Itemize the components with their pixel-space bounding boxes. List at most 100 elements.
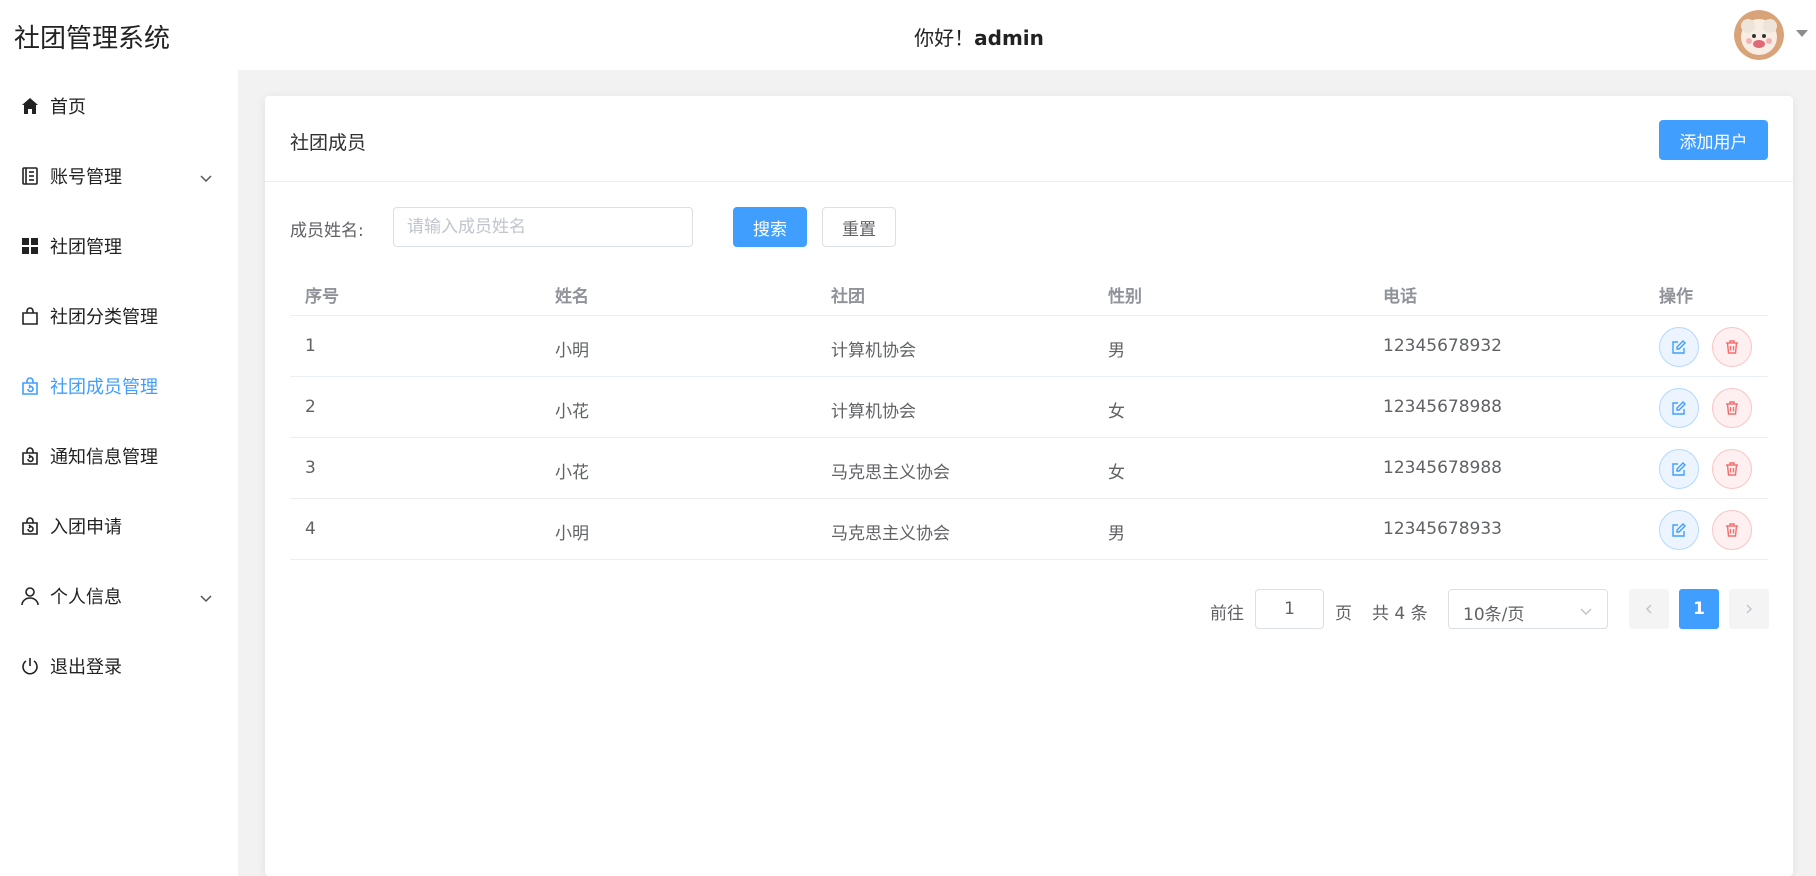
column-header-actions: 操作 bbox=[1659, 287, 1693, 307]
search-button[interactable]: 搜索 bbox=[733, 207, 807, 247]
edit-button[interactable] bbox=[1659, 388, 1699, 428]
cell-name: 小花 bbox=[555, 463, 589, 483]
sidebar-item-home[interactable]: 首页 bbox=[0, 81, 238, 131]
sidebar-item-profile[interactable]: 个人信息 bbox=[0, 571, 238, 621]
cell-phone: 12345678932 bbox=[1383, 336, 1502, 356]
members-card: 社团成员 添加用户 成员姓名: 搜索 重置 序号 姓名 社团 性别 电话 操作 … bbox=[265, 96, 1793, 876]
delete-button[interactable] bbox=[1712, 449, 1752, 489]
delete-button[interactable] bbox=[1712, 388, 1752, 428]
edit-icon bbox=[1672, 523, 1686, 537]
trash-icon bbox=[1726, 462, 1738, 476]
sidebar-item-label: 社团分类管理 bbox=[50, 307, 158, 328]
user-icon bbox=[19, 585, 41, 607]
sidebar-item-label: 通知信息管理 bbox=[50, 447, 158, 468]
cell-phone: 12345678933 bbox=[1383, 519, 1502, 539]
pagination-goto-input[interactable] bbox=[1255, 589, 1324, 629]
sidebar-item-label: 个人信息 bbox=[50, 587, 122, 608]
delete-button[interactable] bbox=[1712, 327, 1752, 367]
card-title: 社团成员 bbox=[290, 132, 367, 154]
chevron-down-icon bbox=[199, 169, 213, 183]
edit-button[interactable] bbox=[1659, 510, 1699, 550]
avatar[interactable] bbox=[1734, 10, 1784, 60]
column-header-gender: 性别 bbox=[1108, 287, 1142, 307]
chevron-right-icon bbox=[1746, 604, 1752, 614]
cell-gender: 女 bbox=[1108, 463, 1125, 483]
sidebar-item-label: 首页 bbox=[50, 97, 86, 118]
column-header-name: 姓名 bbox=[555, 287, 589, 307]
pagination-total: 共 4 条 bbox=[1372, 604, 1428, 624]
cell-name: 小花 bbox=[555, 402, 589, 422]
home-icon bbox=[19, 95, 41, 117]
cell-phone: 12345678988 bbox=[1383, 458, 1502, 478]
members-table: 序号 姓名 社团 性别 电话 操作 1 小明 计算机协会 男 123456789… bbox=[290, 269, 1768, 560]
bag-refresh-icon bbox=[19, 515, 41, 537]
chevron-down-icon bbox=[199, 589, 213, 603]
avatar-dropdown-caret-icon[interactable] bbox=[1796, 30, 1808, 37]
pagination-goto-label: 前往 bbox=[1210, 604, 1244, 624]
sidebar-item-label: 退出登录 bbox=[50, 657, 122, 678]
page-number-current[interactable]: 1 bbox=[1679, 589, 1719, 629]
edit-icon bbox=[1672, 340, 1686, 354]
page-size-value: 10条/页 bbox=[1463, 605, 1525, 625]
sidebar-item-club-members[interactable]: 社团成员管理 bbox=[0, 361, 238, 411]
page-size-select[interactable]: 10条/页 bbox=[1448, 589, 1608, 629]
table-row: 1 小明 计算机协会 男 12345678932 bbox=[290, 316, 1768, 377]
shopping-bag-icon bbox=[19, 305, 41, 327]
edit-button[interactable] bbox=[1659, 449, 1699, 489]
document-icon bbox=[19, 165, 41, 187]
member-name-search-input[interactable] bbox=[393, 207, 693, 247]
reset-button[interactable]: 重置 bbox=[822, 207, 896, 247]
table-header: 序号 姓名 社团 性别 电话 操作 bbox=[290, 269, 1768, 316]
cell-club: 计算机协会 bbox=[831, 402, 916, 422]
cell-club: 马克思主义协会 bbox=[831, 463, 950, 483]
cell-gender: 男 bbox=[1108, 341, 1125, 361]
cell-index: 2 bbox=[305, 397, 316, 417]
cell-club: 计算机协会 bbox=[831, 341, 916, 361]
trash-icon bbox=[1726, 401, 1738, 415]
greeting-prefix: 你好！ bbox=[914, 26, 975, 50]
cell-gender: 女 bbox=[1108, 402, 1125, 422]
cell-club: 马克思主义协会 bbox=[831, 524, 950, 544]
table-row: 3 小花 马克思主义协会 女 12345678988 bbox=[290, 438, 1768, 499]
cell-name: 小明 bbox=[555, 341, 589, 361]
search-label: 成员姓名: bbox=[290, 221, 364, 241]
trash-icon bbox=[1726, 340, 1738, 354]
app-title: 社团管理系统 bbox=[14, 24, 171, 54]
edit-icon bbox=[1672, 462, 1686, 476]
cell-gender: 男 bbox=[1108, 524, 1125, 544]
column-header-phone: 电话 bbox=[1383, 287, 1417, 307]
sidebar-item-notifications[interactable]: 通知信息管理 bbox=[0, 431, 238, 481]
pagination-page-suffix: 页 bbox=[1335, 604, 1352, 624]
chevron-left-icon bbox=[1646, 604, 1652, 614]
add-user-button[interactable]: 添加用户 bbox=[1659, 120, 1768, 160]
delete-button[interactable] bbox=[1712, 510, 1752, 550]
edit-button[interactable] bbox=[1659, 327, 1699, 367]
cell-index: 4 bbox=[305, 519, 316, 539]
top-header: 社团管理系统 你好！admin bbox=[0, 0, 1816, 70]
bag-refresh-icon bbox=[19, 375, 41, 397]
table-row: 4 小明 马克思主义协会 男 12345678933 bbox=[290, 499, 1768, 560]
next-page-button[interactable] bbox=[1729, 589, 1769, 629]
sidebar-item-label: 入团申请 bbox=[50, 517, 122, 538]
power-icon bbox=[19, 655, 41, 677]
column-header-club: 社团 bbox=[831, 287, 865, 307]
sidebar-item-label: 社团成员管理 bbox=[50, 377, 158, 398]
chevron-down-icon bbox=[1579, 603, 1593, 617]
sidebar-item-join-applications[interactable]: 入团申请 bbox=[0, 501, 238, 551]
sidebar-item-clubs[interactable]: 社团管理 bbox=[0, 221, 238, 271]
sidebar: 首页 账号管理 社团管理 社团分类管理 社团成员管理 通知信息管理 入团申请 个… bbox=[0, 70, 238, 876]
cell-index: 3 bbox=[305, 458, 316, 478]
sidebar-item-club-categories[interactable]: 社团分类管理 bbox=[0, 291, 238, 341]
cell-name: 小明 bbox=[555, 524, 589, 544]
username: admin bbox=[974, 26, 1044, 50]
cell-phone: 12345678988 bbox=[1383, 397, 1502, 417]
greeting: 你好！admin bbox=[0, 22, 1816, 51]
column-header-index: 序号 bbox=[305, 287, 339, 307]
sidebar-item-logout[interactable]: 退出登录 bbox=[0, 641, 238, 691]
edit-icon bbox=[1672, 401, 1686, 415]
grid-icon bbox=[19, 235, 41, 257]
sidebar-item-label: 社团管理 bbox=[50, 237, 122, 258]
sidebar-item-accounts[interactable]: 账号管理 bbox=[0, 151, 238, 201]
cell-index: 1 bbox=[305, 336, 316, 356]
previous-page-button[interactable] bbox=[1629, 589, 1669, 629]
